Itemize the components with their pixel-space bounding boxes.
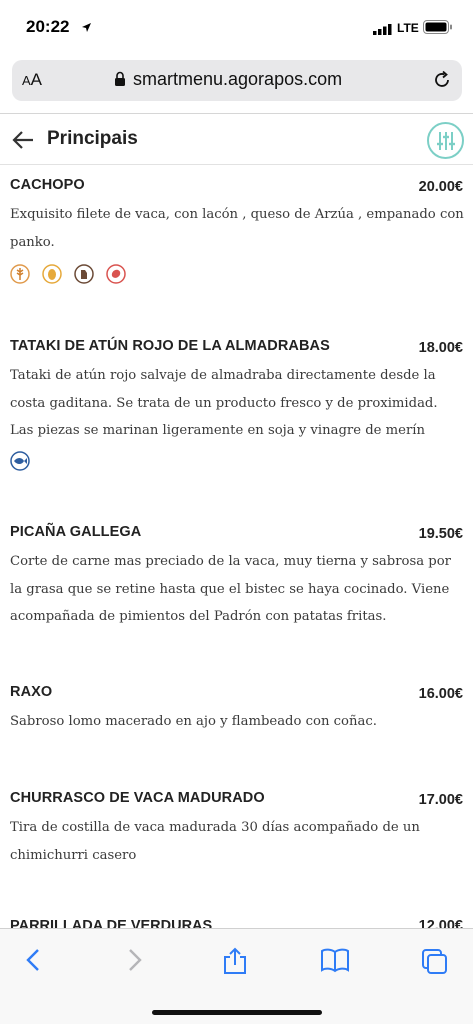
signal-icon: [373, 22, 393, 40]
reader-aa-button[interactable]: AA: [22, 70, 42, 90]
home-indicator: [152, 1010, 322, 1015]
item-description: Tira de costilla de vaca madurada 30 día…: [10, 820, 420, 863]
item-description: Sabroso lomo macerado en ajo y flambeado…: [10, 714, 377, 729]
item-price: 19.50€: [418, 526, 463, 542]
egg-icon: [42, 264, 62, 284]
item-description: Corte de carne mas preciado de la vaca, …: [10, 554, 451, 624]
item-name: TATAKI DE ATÚN ROJO DE LA ALMADRABAS: [10, 338, 330, 354]
status-bar: 20:22 LTE: [0, 0, 473, 56]
back-arrow-icon[interactable]: [12, 130, 34, 155]
share-icon[interactable]: [222, 947, 248, 980]
menu-item[interactable]: RAXO 16.00€ Sabroso lomo macerado en ajo…: [0, 684, 473, 744]
bookmarks-icon[interactable]: [320, 947, 350, 978]
menu-item[interactable]: PICAÑA GALLEGA 19.50€ Corte de carne mas…: [0, 524, 473, 634]
allergen-list: [10, 264, 126, 284]
item-price: 20.00€: [418, 179, 463, 195]
fish-icon: [10, 451, 30, 471]
item-price: 16.00€: [418, 686, 463, 702]
item-name: CHURRASCO DE VACA MADURADO: [10, 790, 265, 806]
item-name: PICAÑA GALLEGA: [10, 524, 142, 540]
lock-icon: [114, 71, 126, 92]
item-description: Tataki de atún rojo salvaje de almadraba…: [10, 368, 438, 438]
page-header: Principais: [0, 113, 473, 165]
forward-icon[interactable]: [126, 947, 144, 978]
back-icon[interactable]: [24, 947, 42, 978]
location-arrow-icon: [81, 20, 92, 38]
menu-item[interactable]: CHURRASCO DE VACA MADURADO 17.00€ Tira d…: [0, 790, 473, 880]
meat-icon: [106, 264, 126, 284]
url-text[interactable]: smartmenu.agorapos.com: [133, 69, 342, 90]
item-description: Exquisito filete de vaca, con lacón , qu…: [10, 207, 464, 250]
item-price: 17.00€: [418, 792, 463, 808]
reload-icon[interactable]: [432, 70, 452, 95]
network-label: LTE: [397, 21, 419, 35]
item-name: RAXO: [10, 684, 53, 700]
milk-icon: [74, 264, 94, 284]
menu-item[interactable]: TATAKI DE ATÚN ROJO DE LA ALMADRABAS 18.…: [0, 338, 473, 478]
item-name: CACHOPO: [10, 177, 85, 193]
filter-button[interactable]: [427, 122, 464, 159]
battery-icon: [423, 20, 453, 39]
allergen-list: [10, 451, 30, 471]
address-bar[interactable]: AA smartmenu.agorapos.com: [12, 60, 462, 101]
item-price: 18.00€: [418, 340, 463, 356]
status-time: 20:22: [26, 17, 70, 36]
sliders-icon: [437, 132, 455, 150]
page-title: Principais: [47, 128, 138, 149]
menu-item[interactable]: CACHOPO 20.00€ Exquisito filete de vaca,…: [0, 177, 473, 287]
gluten-icon: [10, 264, 30, 284]
tabs-icon[interactable]: [420, 947, 448, 980]
